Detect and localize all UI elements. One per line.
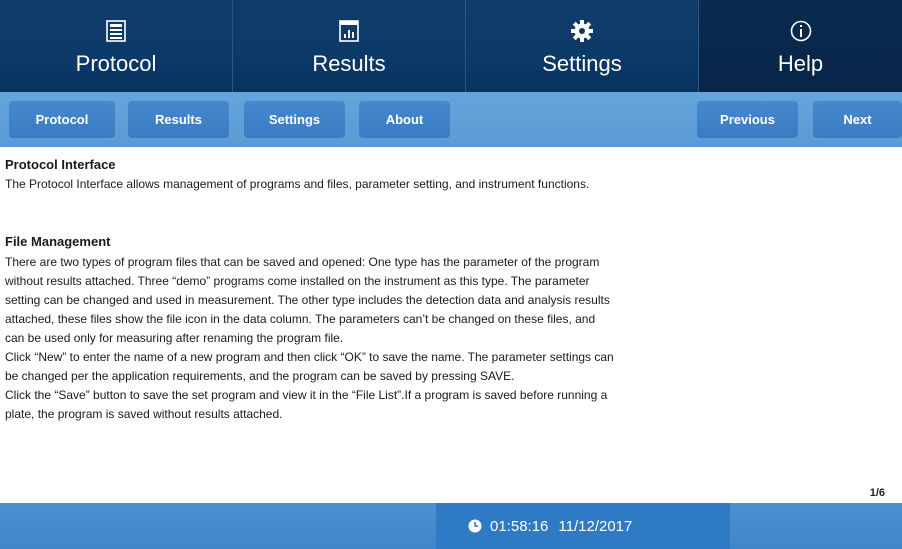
section-title-file-management: File Management (5, 234, 111, 249)
tab-settings-label: Settings (542, 51, 622, 76)
settings-help-button[interactable]: Settings (244, 101, 345, 138)
paragraph-line: Click the “Save” button to save the set … (5, 388, 608, 402)
protocol-help-button[interactable]: Protocol (9, 101, 115, 138)
tab-results[interactable]: Results (233, 0, 465, 92)
gear-icon (571, 20, 593, 47)
previous-page-button[interactable]: Previous (697, 101, 798, 138)
results-help-button[interactable]: Results (128, 101, 229, 138)
status-time: 01:58:16 (490, 517, 549, 535)
page-indicator: 1/6 (869, 487, 885, 499)
paragraph-line: be changed per the application requireme… (5, 369, 515, 383)
paragraph-line: There are two types of program files tha… (5, 255, 600, 269)
clock-icon (468, 519, 482, 533)
paragraph-line: Click “New” to enter the name of a new p… (5, 350, 614, 364)
tab-help[interactable]: Help (699, 0, 902, 92)
info-icon (790, 20, 812, 47)
protocol-icon (106, 20, 126, 47)
paragraph-line: attached, these files show the file icon… (5, 312, 596, 326)
results-chart-icon (339, 20, 359, 47)
help-sub-navigation: Protocol Results Settings About Previous… (0, 92, 902, 147)
clock-display: 01:58:16 11/12/2017 (436, 503, 730, 549)
tab-protocol-label: Protocol (75, 51, 157, 76)
paragraph-line: plate, the program is saved without resu… (5, 407, 283, 421)
status-bar: 01:58:16 11/12/2017 (0, 503, 902, 549)
top-navigation-bar: Protocol Results Settings Help (0, 0, 902, 92)
paragraph-line: can be used only for measuring after ren… (5, 331, 344, 345)
paragraph-line: setting can be changed and used in measu… (5, 293, 610, 307)
section-title-protocol-interface: Protocol Interface (5, 157, 116, 172)
about-help-button[interactable]: About (359, 101, 450, 138)
next-page-button[interactable]: Next (813, 101, 902, 138)
tab-settings[interactable]: Settings (466, 0, 698, 92)
tab-results-label: Results (312, 51, 386, 76)
tab-protocol[interactable]: Protocol (0, 0, 232, 92)
status-date: 11/12/2017 (558, 517, 633, 535)
paragraph-line: without results attached. Three “demo” p… (5, 274, 590, 288)
tab-help-label: Help (777, 51, 824, 76)
section-text-protocol-interface: The Protocol Interface allows management… (5, 177, 590, 191)
